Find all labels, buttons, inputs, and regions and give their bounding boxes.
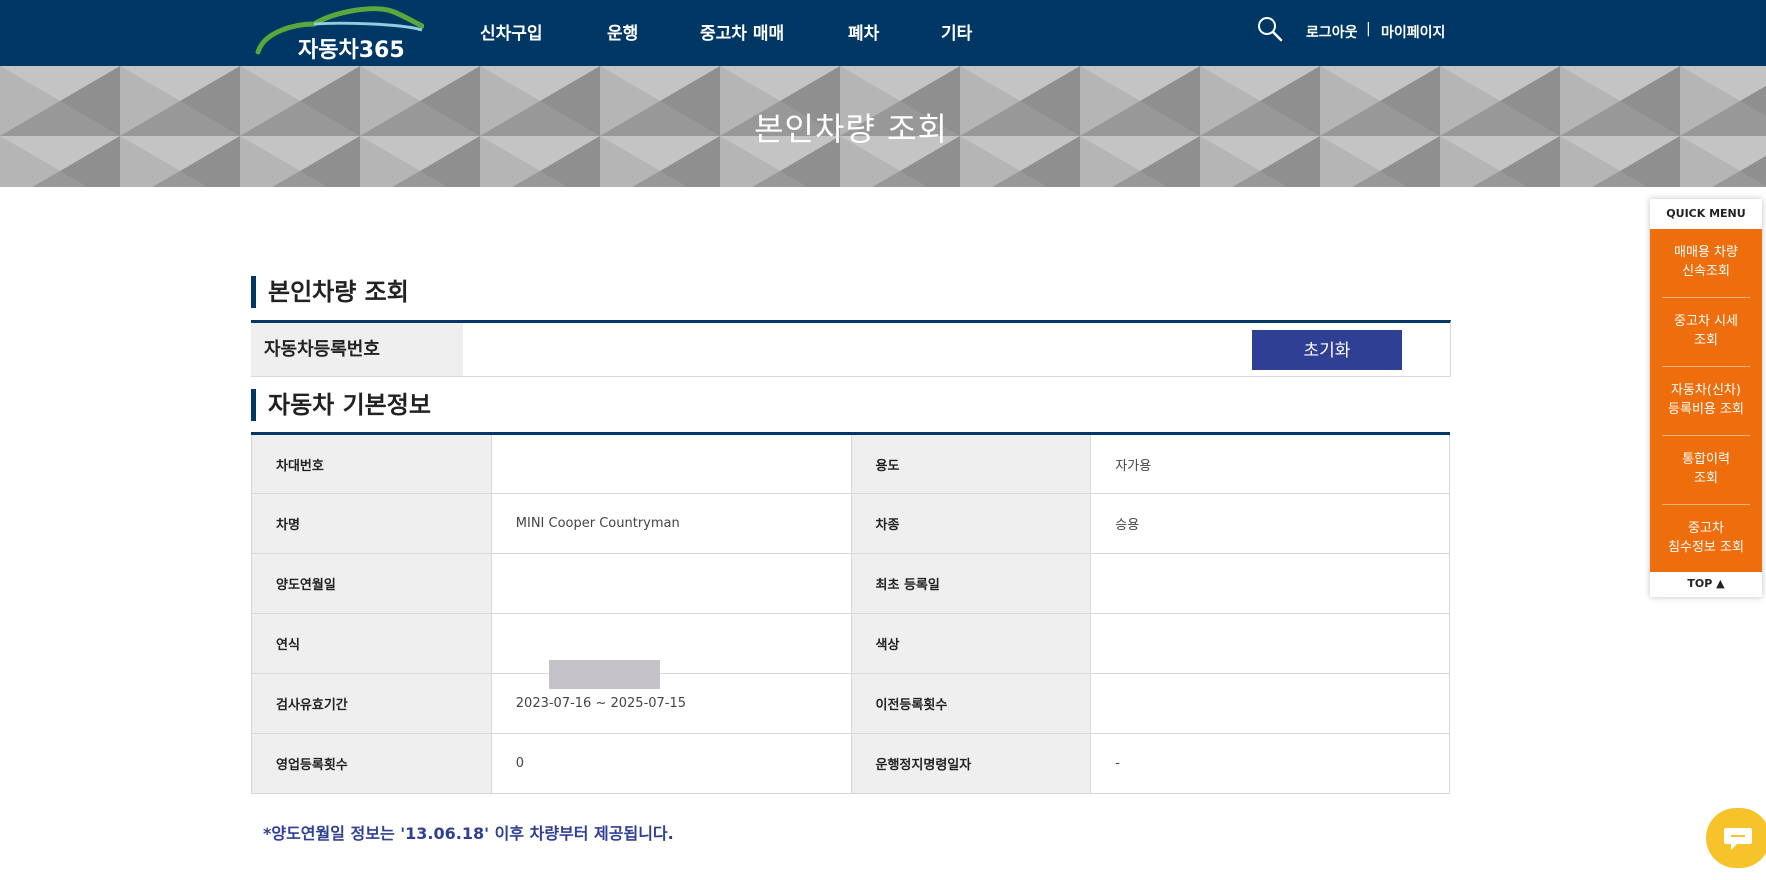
label-model-year: 연식 <box>251 613 492 674</box>
label-usage: 용도 <box>850 433 1092 494</box>
quick-item-used-car-price[interactable]: 중고차 시세 조회 <box>1650 298 1762 367</box>
registration-number-box: 자동차등록번호 초기화 <box>251 320 1451 377</box>
quick-item-line1: 중고차 <box>1688 521 1724 536</box>
header-separator: | <box>1366 21 1371 37</box>
scroll-top-button[interactable]: TOP ▲ <box>1650 577 1762 590</box>
nav-scrap[interactable]: 폐차 <box>848 19 879 44</box>
section-title-vehicle-lookup: 본인차량 조회 <box>251 276 409 308</box>
registration-number-value <box>463 323 1163 376</box>
label-inspection-period: 검사유효기간 <box>251 673 492 734</box>
label-transfer-count: 이전등록횟수 <box>850 673 1092 734</box>
nav-used-car[interactable]: 중고차 매매 <box>700 19 784 44</box>
quick-item-line2: 신속조회 <box>1682 264 1730 279</box>
label-suspension-date: 운행정지명령일자 <box>850 733 1092 794</box>
table-row: 차명 MINI Cooper Countryman 차종 승용 <box>251 493 1450 554</box>
value-first-registration <box>1090 553 1450 614</box>
quick-item-line1: 통합이력 <box>1682 452 1730 467</box>
page-title: 본인차량 조회 <box>754 110 948 148</box>
label-business-registration-count: 영업등록횟수 <box>251 733 492 794</box>
value-business-registration-count: 0 <box>490 733 852 794</box>
quick-item-line1: 중고차 시세 <box>1674 314 1738 329</box>
registration-number-label: 자동차등록번호 <box>251 323 463 376</box>
top-navigation-bar: 자동차365 신차구입 운행 중고차 매매 폐차 기타 로그아웃 | 마이페이지 <box>0 0 1766 66</box>
value-transfer-date <box>490 553 852 614</box>
quick-item-flood-info[interactable]: 중고차 침수정보 조회 <box>1650 505 1762 574</box>
table-row: 연식 색상 <box>251 613 1450 674</box>
reset-button[interactable]: 초기화 <box>1252 330 1402 370</box>
nav-driving[interactable]: 운행 <box>607 19 638 44</box>
quick-item-line2: 침수정보 조회 <box>1668 540 1744 555</box>
chat-button[interactable] <box>1706 808 1766 868</box>
logo-text: 자동차365 <box>298 38 405 63</box>
value-transfer-count <box>1090 673 1450 734</box>
value-usage: 자가용 <box>1090 433 1450 494</box>
quick-item-registration-cost[interactable]: 자동차(신차) 등록비용 조회 <box>1650 367 1762 436</box>
logout-link[interactable]: 로그아웃 <box>1306 22 1358 42</box>
value-model-year <box>490 613 852 674</box>
page-banner: 본인차량 조회 <box>0 66 1766 187</box>
value-color <box>1090 613 1450 674</box>
quick-item-line2: 등록비용 조회 <box>1668 402 1744 417</box>
label-first-registration: 최초 등록일 <box>850 553 1092 614</box>
chat-icon <box>1724 828 1752 850</box>
quick-item-line2: 조회 <box>1694 471 1718 486</box>
quick-menu: QUICK MENU 매매용 차량 신속조회 중고차 시세 조회 자동차(신차)… <box>1650 199 1762 597</box>
search-icon[interactable] <box>1257 16 1283 42</box>
table-row: 영업등록횟수 0 운행정지명령일자 - <box>251 733 1450 794</box>
label-vin: 차대번호 <box>251 433 492 494</box>
value-car-name: MINI Cooper Countryman <box>490 493 852 554</box>
vehicle-info-table: 차대번호 용도 자가용 차명 MINI Cooper Countryman 차종… <box>251 432 1450 794</box>
value-car-type: 승용 <box>1090 493 1450 554</box>
table-row: 검사유효기간 2023-07-16 ~ 2025-07-15 이전등록횟수 <box>251 673 1450 734</box>
label-car-name: 차명 <box>251 493 492 554</box>
table-row: 차대번호 용도 자가용 <box>251 433 1450 494</box>
value-suspension-date: - <box>1090 733 1450 794</box>
transfer-date-note: *양도연월일 정보는 '13.06.18' 이후 차량부터 제공됩니다. <box>263 824 674 843</box>
quick-menu-list: 매매용 차량 신속조회 중고차 시세 조회 자동차(신차) 등록비용 조회 통합… <box>1650 229 1762 572</box>
quick-item-line1: 자동차(신차) <box>1671 383 1741 398</box>
nav-new-car[interactable]: 신차구입 <box>480 19 543 44</box>
value-vin <box>490 433 852 494</box>
quick-item-dealer-vehicle-lookup[interactable]: 매매용 차량 신속조회 <box>1650 229 1762 298</box>
quick-menu-title: QUICK MENU <box>1666 207 1746 220</box>
label-car-type: 차종 <box>850 493 1092 554</box>
table-row: 양도연월일 최초 등록일 <box>251 553 1450 614</box>
section-title-basic-info: 자동차 기본정보 <box>251 389 431 421</box>
label-transfer-date: 양도연월일 <box>251 553 492 614</box>
site-logo[interactable]: 자동차365 <box>254 2 424 63</box>
label-color: 색상 <box>850 613 1092 674</box>
quick-item-history-lookup[interactable]: 통합이력 조회 <box>1650 436 1762 505</box>
mypage-link[interactable]: 마이페이지 <box>1381 22 1445 42</box>
nav-etc[interactable]: 기타 <box>941 19 972 44</box>
redacted-block <box>549 660 660 689</box>
quick-item-line1: 매매용 차량 <box>1674 245 1738 260</box>
quick-item-line2: 조회 <box>1694 333 1718 348</box>
value-inspection-period: 2023-07-16 ~ 2025-07-15 <box>490 673 852 734</box>
